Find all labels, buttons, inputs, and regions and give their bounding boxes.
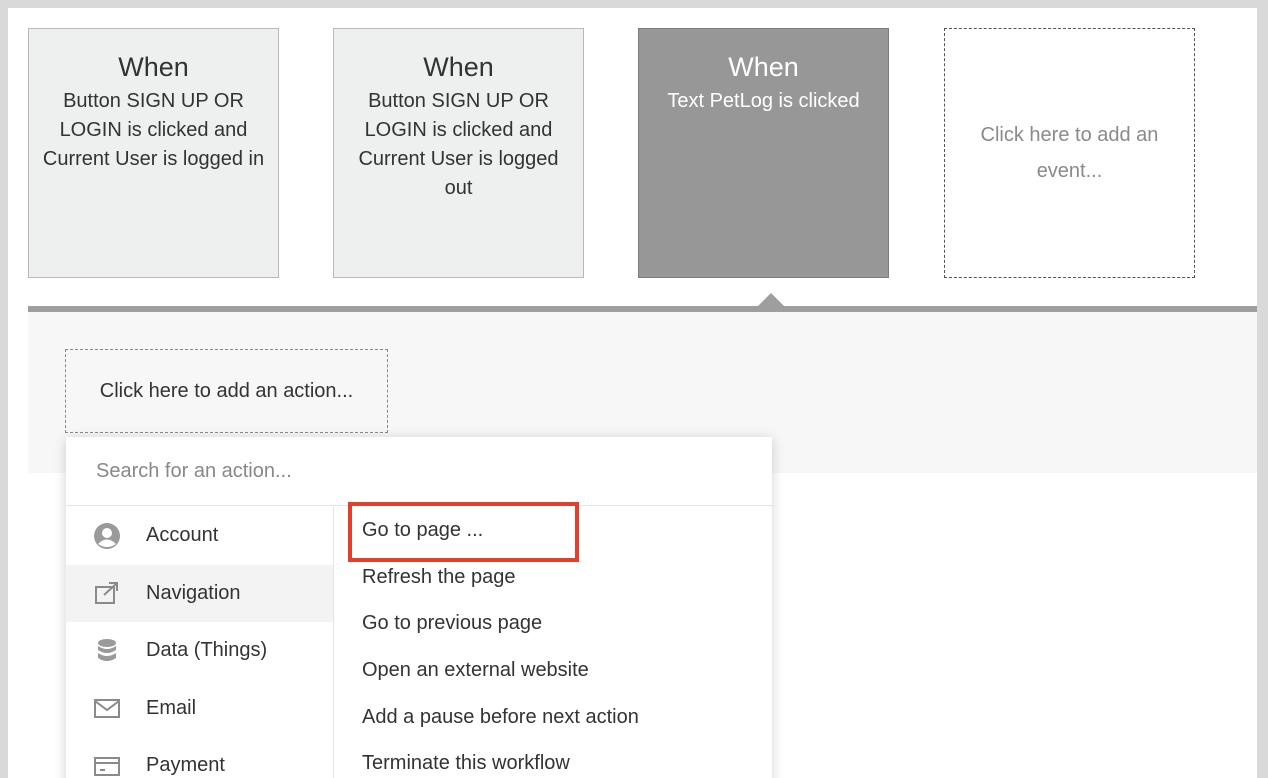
workflow-editor: When Button SIGN UP OR LOGIN is clicked … bbox=[8, 8, 1257, 778]
event-when-label: When bbox=[118, 52, 189, 82]
category-label: Account bbox=[146, 524, 219, 547]
navigation-icon bbox=[92, 578, 122, 608]
event-when-label: When bbox=[728, 52, 799, 82]
event-card-signup-logged-out[interactable]: When Button SIGN UP OR LOGIN is clicked … bbox=[333, 28, 584, 278]
category-email[interactable]: Email bbox=[66, 680, 333, 738]
account-icon bbox=[92, 521, 122, 551]
add-event-button[interactable]: Click here to add an event... bbox=[944, 28, 1195, 278]
category-label: Navigation bbox=[146, 581, 241, 604]
payment-icon bbox=[92, 751, 122, 778]
action-go-to-page[interactable]: Go to page ... bbox=[334, 507, 772, 554]
event-card-petlog-clicked[interactable]: When Text PetLog is clicked bbox=[638, 28, 889, 278]
category-account[interactable]: Account bbox=[66, 507, 333, 565]
add-event-label: Click here to add an event... bbox=[980, 124, 1159, 182]
category-label: Payment bbox=[146, 754, 225, 777]
action-dropdown: Account Navigation bbox=[66, 437, 772, 778]
add-action-label: Click here to add an action... bbox=[99, 379, 354, 402]
action-open-external-website[interactable]: Open an external website bbox=[334, 647, 772, 694]
event-description: Button SIGN UP OR LOGIN is clicked and C… bbox=[42, 90, 265, 170]
action-list: Go to page ... Refresh the page Go to pr… bbox=[334, 507, 772, 778]
database-icon bbox=[92, 636, 122, 666]
action-go-to-previous-page[interactable]: Go to previous page bbox=[334, 600, 772, 647]
event-when-label: When bbox=[423, 52, 494, 82]
email-icon bbox=[92, 693, 122, 723]
event-description: Text PetLog is clicked bbox=[667, 90, 860, 112]
selected-event-pointer bbox=[758, 293, 784, 306]
category-list: Account Navigation Data (Things) Email P… bbox=[66, 507, 333, 778]
action-search-input[interactable] bbox=[94, 458, 738, 484]
category-payment[interactable]: Payment bbox=[66, 737, 333, 778]
event-description: Button SIGN UP OR LOGIN is clicked and C… bbox=[358, 90, 559, 199]
event-card-signup-logged-in[interactable]: When Button SIGN UP OR LOGIN is clicked … bbox=[28, 28, 279, 278]
action-add-pause[interactable]: Add a pause before next action bbox=[334, 694, 772, 741]
search-row bbox=[66, 437, 772, 506]
action-terminate-workflow[interactable]: Terminate this workflow bbox=[334, 740, 772, 778]
add-action-button[interactable]: Click here to add an action... bbox=[65, 349, 388, 433]
category-data-things[interactable]: Data (Things) bbox=[66, 622, 333, 680]
category-navigation[interactable]: Navigation bbox=[66, 564, 333, 622]
category-label: Data (Things) bbox=[146, 639, 268, 662]
action-refresh-page[interactable]: Refresh the page bbox=[334, 554, 772, 601]
category-label: Email bbox=[146, 696, 197, 719]
